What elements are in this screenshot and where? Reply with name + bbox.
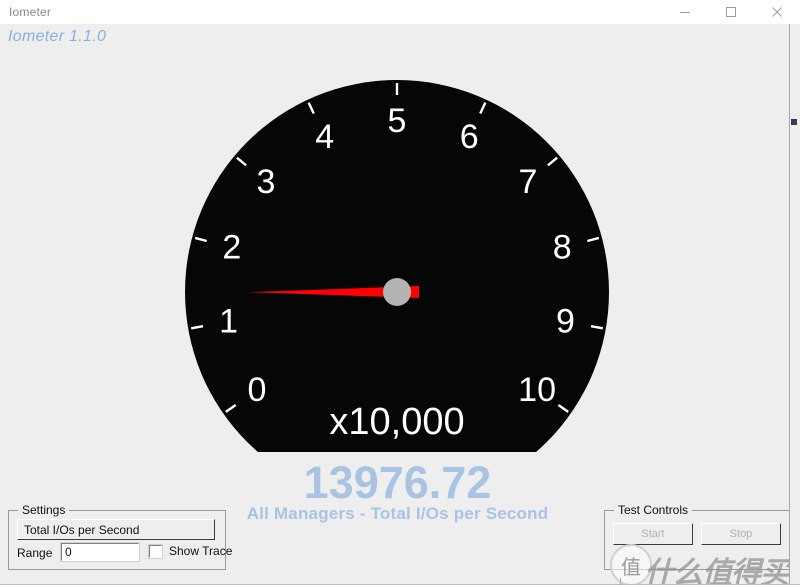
needle-hub — [383, 278, 411, 306]
range-label: Range — [17, 546, 53, 560]
dial-multiplier-label: x10,000 — [329, 401, 464, 443]
dial-tick-label: 1 — [219, 303, 238, 341]
test-controls-group: Test Controls Start Stop — [604, 503, 796, 570]
dial-tick-label: 6 — [460, 118, 479, 156]
right-scroll-track[interactable] — [789, 24, 800, 585]
client-area: Iometer 1.1.0 0 1 2 3 4 5 6 7 8 9 10 x10,000 13976.… — [0, 24, 800, 585]
gauge: 0 1 2 3 4 5 6 7 8 9 10 x10,000 — [185, 60, 609, 452]
maximize-icon — [726, 7, 736, 17]
dial-tick-label: 2 — [222, 229, 241, 267]
settings-group: Settings Total I/Os per Second Range 0 S… — [8, 503, 232, 570]
readout-value: 13976.72 — [303, 457, 492, 508]
checkbox-icon — [148, 543, 163, 559]
stop-test-button[interactable]: Stop — [701, 523, 781, 545]
minimize-icon — [680, 12, 690, 13]
show-trace-checkbox[interactable]: Show Trace — [148, 543, 233, 559]
scroll-marker — [791, 119, 797, 125]
dial-tick-label: 5 — [388, 102, 407, 140]
start-test-button[interactable]: Start — [613, 523, 693, 545]
test-controls-group-title: Test Controls — [614, 503, 693, 517]
title-bar: Iometer — [0, 0, 800, 25]
dial-tick-label: 9 — [556, 303, 575, 341]
app-version-label: Iometer 1.1.0 — [8, 28, 107, 45]
settings-group-title: Settings — [18, 503, 70, 517]
iometer-window: Iometer Iometer 1.1.0 0 1 2 3 4 5 6 7 8 … — [0, 0, 800, 585]
maximize-button[interactable] — [708, 0, 754, 24]
metric-select-button[interactable]: Total I/Os per Second — [17, 519, 215, 540]
close-icon — [772, 7, 782, 17]
dial-tick-label: 10 — [518, 371, 556, 409]
gauge-dial: 01234 5 678910x10,000 — [185, 80, 609, 452]
window-title: Iometer — [9, 5, 52, 19]
dial-tick-label: 3 — [257, 163, 276, 201]
dial-tick-label: 7 — [519, 163, 538, 201]
show-trace-label: Show Trace — [169, 544, 233, 558]
metric-select-label: Total I/Os per Second — [24, 522, 140, 537]
close-button[interactable] — [754, 0, 800, 24]
dial-tick-label: 8 — [553, 229, 572, 267]
range-input[interactable]: 0 — [60, 542, 140, 562]
range-input-value: 0 — [65, 545, 72, 559]
dial-tick-label: 0 — [247, 371, 266, 409]
bottom-divider-tick — [620, 578, 621, 585]
window-controls — [662, 0, 800, 24]
minimize-button[interactable] — [662, 0, 708, 24]
dial-tick-label: 4 — [315, 118, 334, 156]
